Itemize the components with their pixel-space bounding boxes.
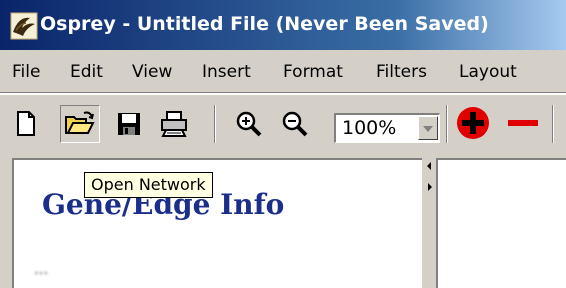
print-button[interactable]: [156, 107, 190, 141]
zoom-out-button[interactable]: [278, 107, 312, 141]
toolbar: [0, 95, 566, 153]
menu-edit[interactable]: Edit: [70, 62, 103, 82]
collapse-left-icon[interactable]: [427, 162, 431, 170]
panel-faint-text: ...: [34, 260, 49, 276]
toolbar-separator: [552, 105, 554, 143]
remove-button[interactable]: [506, 107, 540, 141]
window-title: Osprey - Untitled File (Never Been Saved…: [40, 13, 489, 35]
osprey-bird-icon[interactable]: [10, 12, 38, 40]
info-panel: Gene/Edge Info ...: [12, 158, 422, 288]
add-button[interactable]: [456, 107, 490, 141]
toolbar-separator: [214, 105, 216, 143]
save-button[interactable]: [112, 107, 146, 141]
menu-file[interactable]: File: [12, 62, 40, 82]
panel-splitter[interactable]: [422, 154, 436, 284]
toolbar-separator: [446, 105, 448, 143]
zoom-value: 100%: [342, 117, 397, 139]
collapse-right-icon[interactable]: [428, 183, 432, 191]
new-file-button[interactable]: [10, 107, 44, 141]
title-bar: Osprey - Untitled File (Never Been Saved…: [0, 0, 566, 50]
menu-insert[interactable]: Insert: [202, 62, 251, 82]
tooltip: Open Network: [84, 172, 213, 198]
open-network-button[interactable]: [60, 105, 100, 143]
zoom-in-button[interactable]: [232, 107, 266, 141]
menu-filters[interactable]: Filters: [376, 62, 427, 82]
chevron-down-icon[interactable]: [418, 116, 438, 140]
graph-canvas[interactable]: [436, 158, 566, 288]
menu-format[interactable]: Format: [283, 62, 343, 82]
zoom-select[interactable]: 100%: [334, 113, 440, 143]
menu-bar: File Edit View Insert Format Filters Lay…: [0, 50, 566, 92]
menu-view[interactable]: View: [132, 62, 172, 82]
menu-layout[interactable]: Layout: [459, 62, 517, 82]
